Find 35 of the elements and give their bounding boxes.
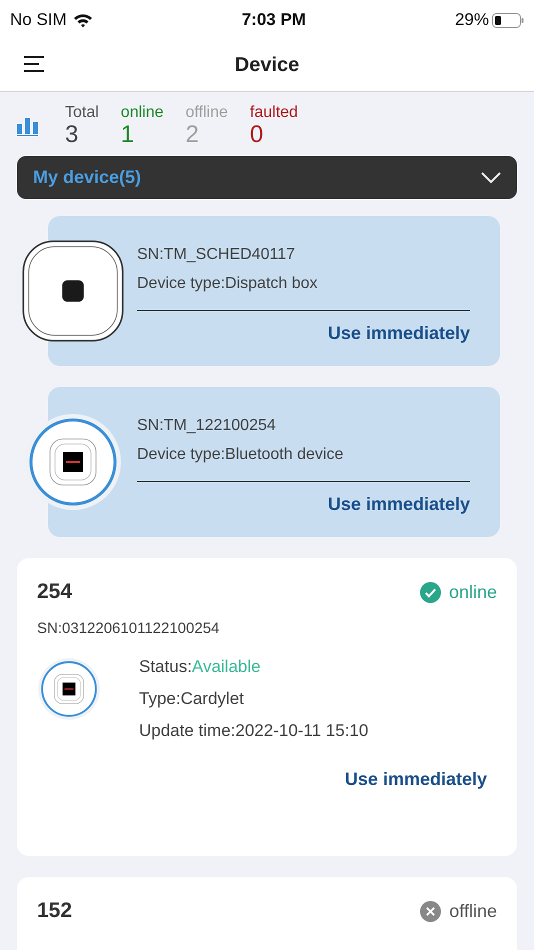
status-label: offline — [449, 900, 497, 922]
close-circle-icon — [420, 900, 442, 922]
stat-value: 3 — [65, 122, 80, 148]
battery-icon — [492, 12, 524, 28]
stat-label: online — [120, 104, 164, 122]
use-immediately-link[interactable]: Use immediately — [328, 323, 470, 344]
device-type: Device type:Bluetooth device — [137, 446, 344, 464]
serial-number: SN:0312206101122100254 — [37, 620, 220, 637]
carrier-label: No SIM — [10, 10, 67, 30]
serial-number: SN:TM_122100254 — [137, 417, 277, 435]
status-text: Status:Available — [139, 657, 262, 677]
device-type: Device type:Dispatch box — [137, 275, 319, 293]
clock-time: 7:03 PM — [242, 10, 306, 30]
stat-label: Total — [65, 104, 99, 122]
chevron-icon — [481, 172, 501, 184]
check-circle-icon — [420, 582, 441, 602]
stat-label: offline — [186, 104, 228, 122]
battery-percentage: 29% — [454, 10, 489, 30]
device-dropdown[interactable]: My device(5) — [17, 156, 517, 199]
bluetooth-device-drawing — [37, 657, 101, 721]
wifi-icon — [72, 12, 93, 28]
stat-value: 2 — [186, 122, 200, 148]
stat-label: faulted — [250, 104, 298, 122]
status-label: online — [448, 582, 497, 602]
use-immediately-link[interactable]: Use immediately — [344, 769, 487, 790]
serial-number: SN:TM_SCHED40117 — [137, 246, 296, 264]
bar-chart-icon — [17, 116, 39, 136]
device-name: 152 — [37, 899, 72, 923]
device-name: 254 — [37, 580, 72, 604]
stat-value: 0 — [250, 122, 264, 148]
stat-value: 1 — [120, 122, 136, 148]
page-title: Device — [234, 54, 300, 77]
update-time: Update time:2022-10-11 15:10 — [139, 721, 368, 741]
use-immediately-link[interactable]: Use immediately — [328, 494, 470, 515]
device-type: Type:Cardylet — [139, 689, 245, 709]
